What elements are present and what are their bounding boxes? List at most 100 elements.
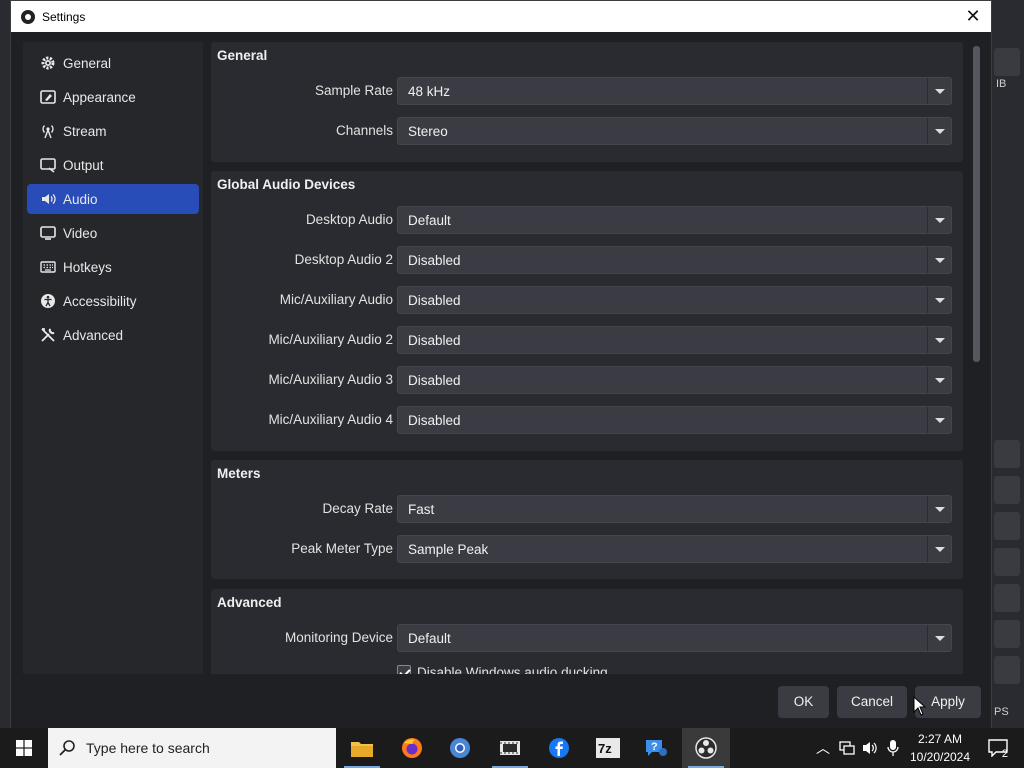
taskbar-clock[interactable]: 2:27 AM 10/20/2024: [905, 730, 975, 766]
chromium-icon: [450, 738, 470, 758]
decay-rate-select[interactable]: Fast: [397, 495, 952, 523]
sidebar-item-label: Appearance: [63, 89, 136, 105]
clock-date: 10/20/2024: [909, 750, 971, 764]
sidebar-item-label: Output: [63, 157, 104, 173]
sample-rate-value: 48 kHz: [408, 84, 451, 99]
close-icon[interactable]: ✕: [961, 4, 985, 28]
title-bar[interactable]: Settings ✕: [11, 1, 991, 32]
firefox-taskbar-button[interactable]: [388, 728, 436, 768]
sidebar-item-general[interactable]: General: [27, 48, 199, 78]
sidebar-item-label: Accessibility: [63, 293, 137, 309]
desktop-audio-2-row: Desktop Audio 2 Disabled: [211, 246, 963, 274]
dock-label-ib: IB: [996, 78, 1007, 90]
mic-aux-audio-3-select[interactable]: Disabled: [397, 366, 952, 394]
video-editor-taskbar-button[interactable]: [486, 728, 534, 768]
mic-aux-audio-3-value: Disabled: [408, 373, 461, 388]
desktop-audio-2-select[interactable]: Disabled: [397, 246, 952, 274]
sidebar-item-label: Video: [63, 225, 98, 241]
dock-settings-button[interactable]: [994, 548, 1020, 576]
folder-icon: [351, 742, 373, 757]
sidebar-item-hotkeys[interactable]: Hotkeys: [27, 252, 199, 282]
start-button[interactable]: [0, 728, 48, 768]
mic-aux-audio-select[interactable]: Disabled: [397, 286, 952, 314]
dialog-button-bar: OK Cancel Apply: [11, 680, 991, 728]
sample-rate-select[interactable]: 48 kHz: [397, 77, 952, 105]
disable-ducking-label: Disable Windows audio ducking: [417, 664, 608, 675]
sidebar-item-video[interactable]: Video: [27, 218, 199, 248]
clock-time: 2:27 AM: [917, 732, 963, 746]
channels-value: Stereo: [408, 124, 448, 139]
desktop-audio-select[interactable]: Default: [397, 206, 952, 234]
sidebar-item-label: Advanced: [63, 327, 124, 343]
chrome-taskbar-button[interactable]: [436, 728, 484, 768]
dock-float-button-2[interactable]: [994, 440, 1020, 468]
monitoring-device-row: Monitoring Device Default: [211, 624, 963, 652]
notification-count: 2: [1001, 748, 1008, 760]
microphone-icon[interactable]: [886, 739, 900, 757]
group-title-general: General: [217, 48, 268, 63]
disable-ducking-checkbox[interactable]: [397, 665, 411, 674]
sidebar-item-label: Stream: [63, 123, 107, 139]
scrollbar-thumb[interactable]: [973, 46, 980, 362]
general-group: General Sample Rate 48 kHz Channels Ster…: [211, 42, 963, 162]
dock-control-1[interactable]: [994, 476, 1020, 504]
channels-label: Channels: [335, 123, 393, 138]
monitoring-device-value: Default: [408, 631, 451, 646]
mic-aux-audio-2-row: Mic/Auxiliary Audio 2 Disabled: [211, 326, 963, 354]
peak-meter-type-value: Sample Peak: [408, 542, 489, 557]
group-title-advanced: Advanced: [217, 595, 282, 610]
facebook-taskbar-button[interactable]: [535, 728, 583, 768]
settings-body: General Appearance Stream Output Audio V…: [11, 32, 991, 728]
mic-aux-audio-value: Disabled: [408, 293, 461, 308]
settings-scrollbar[interactable]: [971, 42, 981, 674]
svg-text:7z: 7z: [598, 741, 612, 756]
ok-button[interactable]: OK: [778, 686, 829, 718]
antenna-icon: [39, 123, 57, 139]
cancel-button[interactable]: Cancel: [837, 686, 907, 718]
meters-group: Meters Decay Rate Fast Peak Meter Type S…: [211, 460, 963, 579]
mic-aux-audio-2-value: Disabled: [408, 333, 461, 348]
volume-icon[interactable]: [862, 740, 880, 756]
taskbar-search-box[interactable]: Type here to search: [48, 728, 336, 768]
sample-rate-label: Sample Rate: [314, 83, 393, 98]
dock-float-button[interactable]: [994, 48, 1020, 76]
dock-control-2[interactable]: [994, 512, 1020, 540]
mic-aux-audio-2-select[interactable]: Disabled: [397, 326, 952, 354]
help-taskbar-button[interactable]: ?: [632, 728, 680, 768]
sidebar-item-accessibility[interactable]: Accessibility: [27, 286, 199, 316]
system-tray: ︿: [814, 728, 900, 768]
dock-control-5[interactable]: [994, 656, 1020, 684]
channels-row: Channels Stereo: [211, 117, 963, 145]
file-explorer-taskbar-button[interactable]: [338, 728, 386, 768]
firefox-icon: [402, 738, 422, 758]
sidebar-item-audio[interactable]: Audio: [27, 184, 199, 214]
7zip-taskbar-button[interactable]: 7z: [584, 728, 632, 768]
monitor-icon: [39, 225, 57, 241]
speaker-icon: [39, 191, 57, 207]
mic-aux-audio-row: Mic/Auxiliary Audio Disabled: [211, 286, 963, 314]
monitoring-device-label: Monitoring Device: [284, 630, 393, 645]
windows-logo-icon: [16, 740, 32, 756]
mic-aux-audio-4-select[interactable]: Disabled: [397, 406, 952, 434]
monitoring-device-select[interactable]: Default: [397, 624, 952, 652]
global-audio-devices-group: Global Audio Devices Desktop Audio Defau…: [211, 171, 963, 451]
dock-control-4[interactable]: [994, 620, 1020, 648]
channels-select[interactable]: Stereo: [397, 117, 952, 145]
sidebar-item-stream[interactable]: Stream: [27, 116, 199, 146]
sidebar-item-output[interactable]: Output: [27, 150, 199, 180]
chevron-up-icon[interactable]: ︿: [814, 738, 832, 758]
sidebar-item-appearance[interactable]: Appearance: [27, 82, 199, 112]
network-icon[interactable]: [838, 740, 856, 756]
chevron-down-icon: [927, 207, 951, 233]
desktop-audio-2-label: Desktop Audio 2: [294, 252, 393, 267]
notification-center-button[interactable]: 2: [978, 728, 1018, 768]
sidebar-item-advanced[interactable]: Advanced: [27, 320, 199, 350]
sample-rate-row: Sample Rate 48 kHz: [211, 77, 963, 105]
dock-control-3[interactable]: [994, 584, 1020, 612]
obs-taskbar-button[interactable]: [682, 728, 730, 768]
mic-aux-audio-label: Mic/Auxiliary Audio: [279, 292, 393, 307]
chevron-down-icon: [927, 367, 951, 393]
peak-meter-type-label: Peak Meter Type: [291, 541, 393, 556]
disable-ducking-row: Disable Windows audio ducking: [397, 662, 608, 674]
peak-meter-type-select[interactable]: Sample Peak: [397, 535, 952, 563]
